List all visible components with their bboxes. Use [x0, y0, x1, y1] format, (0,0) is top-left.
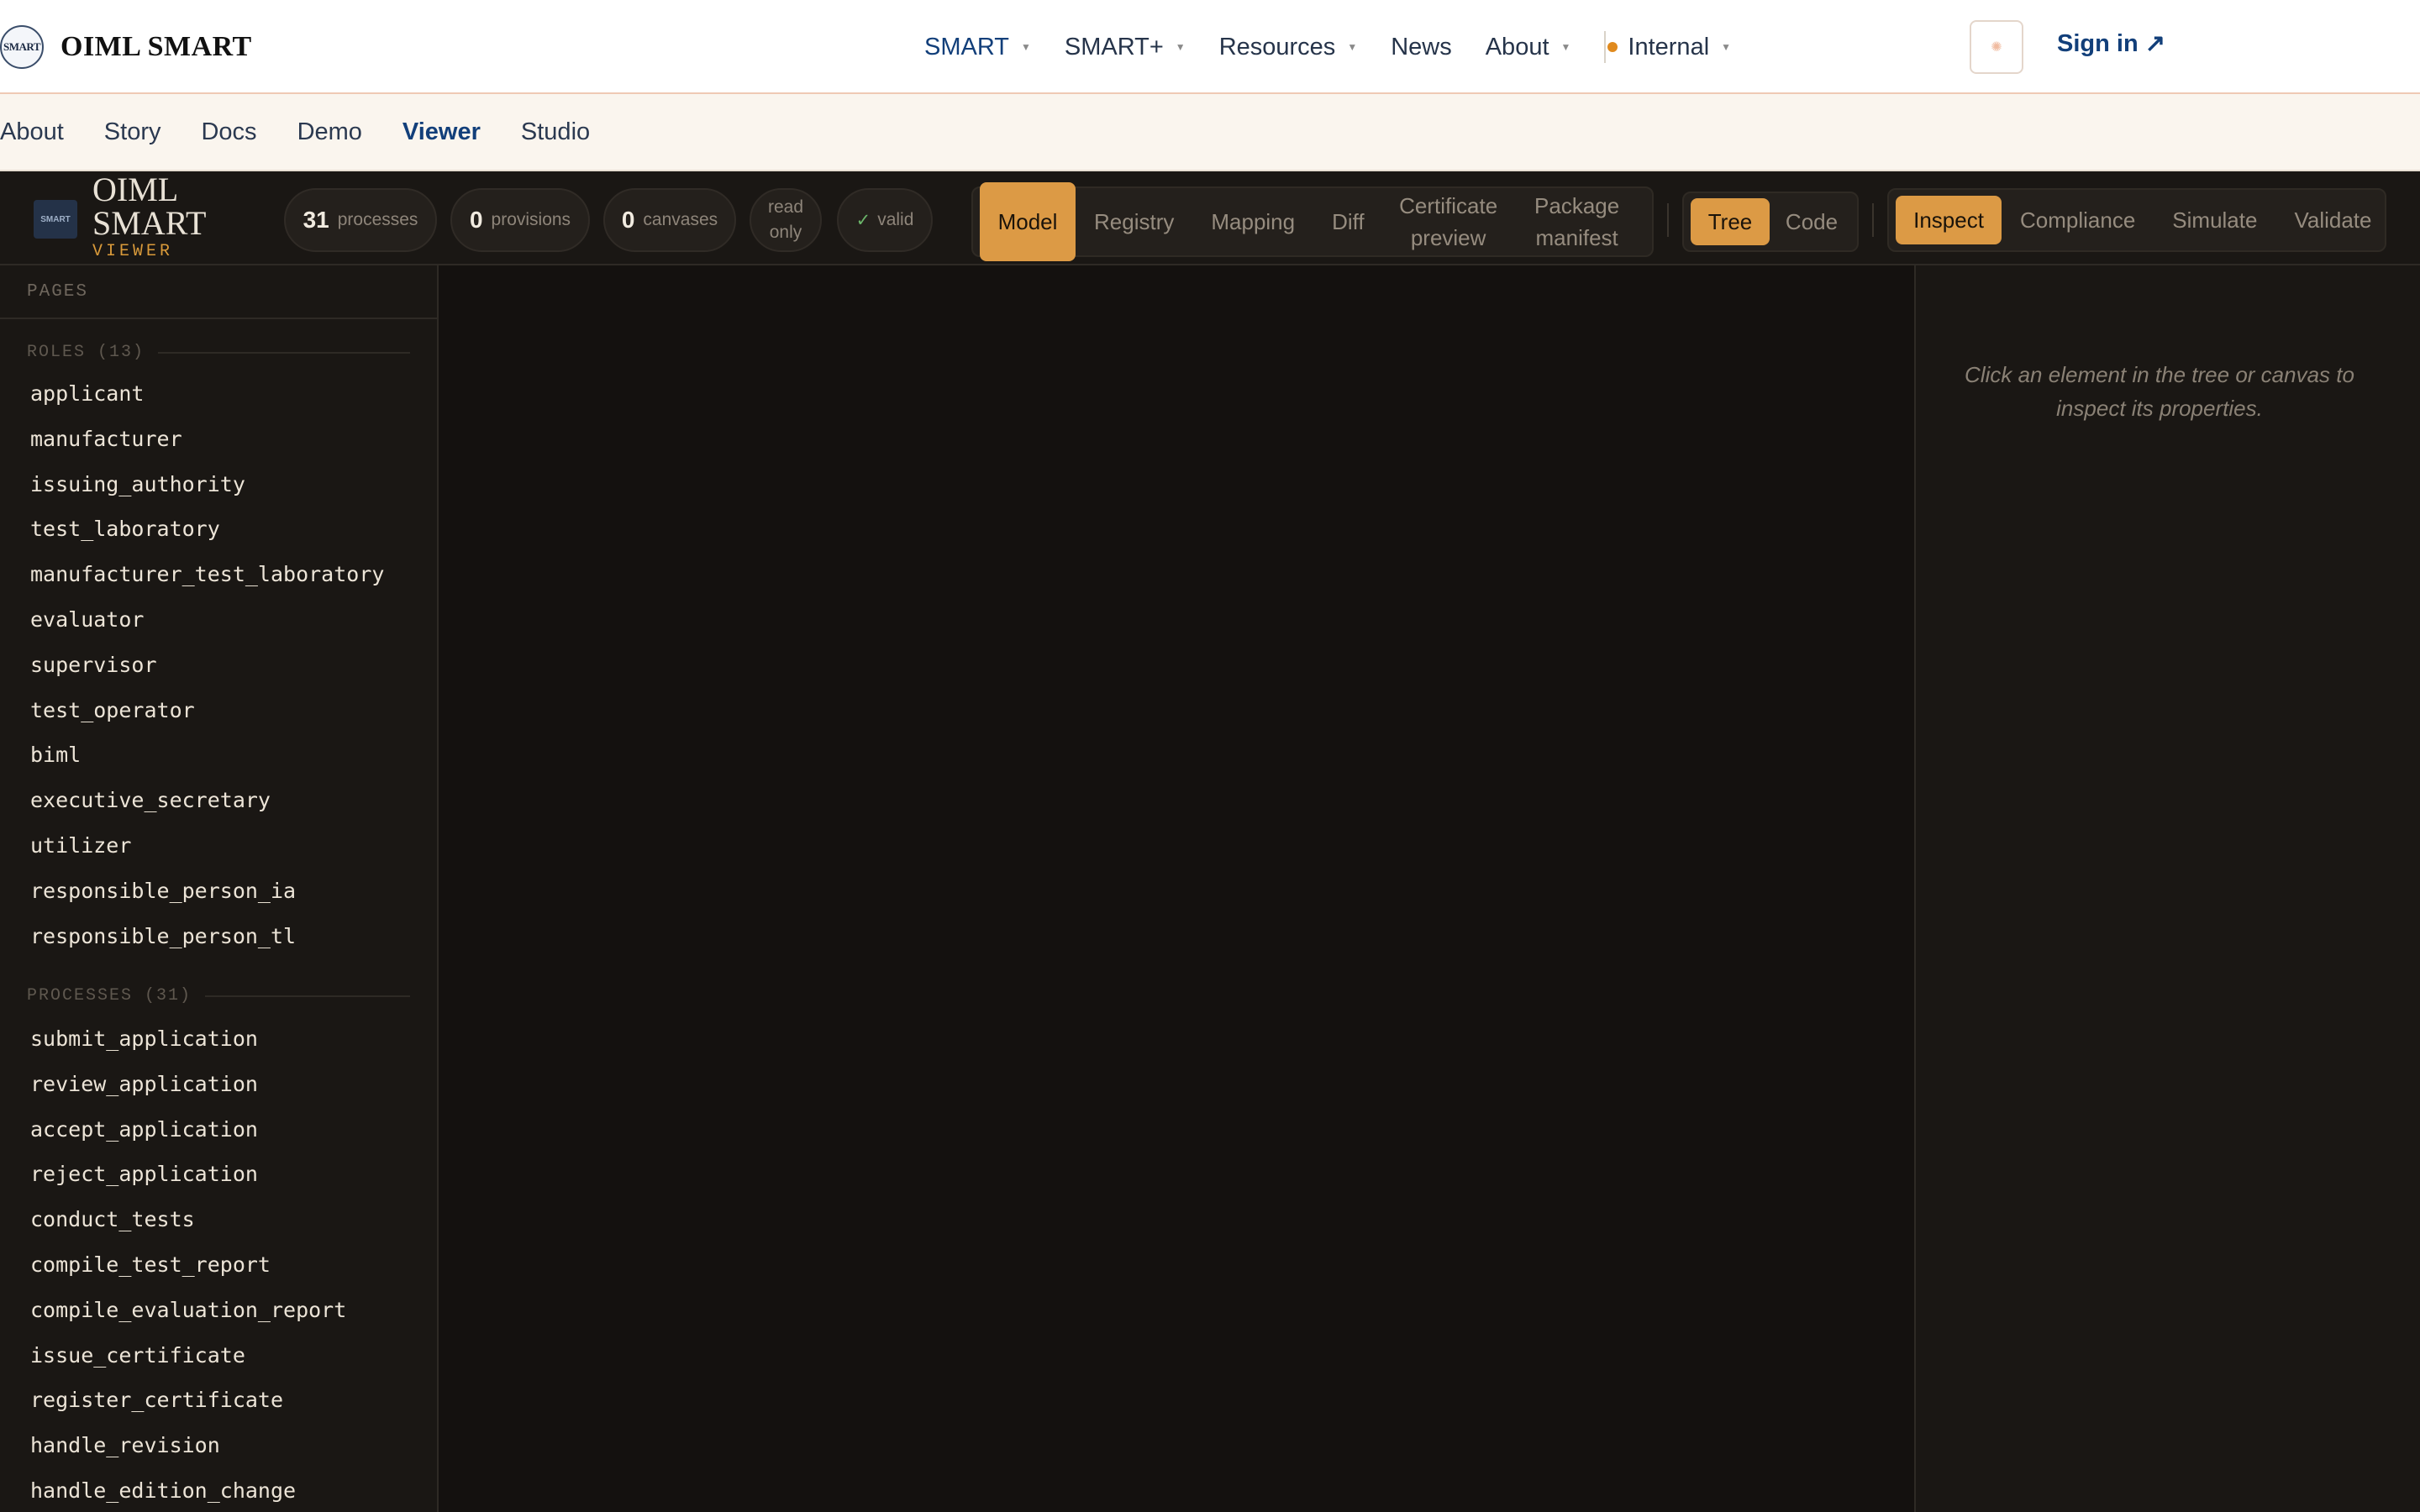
tab-package-manifest[interactable]: Package manifest: [1514, 192, 1640, 252]
list-item[interactable]: compile_evaluation_report: [30, 1288, 346, 1333]
list-item[interactable]: manufacturer_test_laboratory: [30, 552, 384, 597]
subnav-story[interactable]: Story: [104, 118, 161, 146]
read-only-badge: read only: [750, 188, 822, 252]
list-item[interactable]: submit_application: [30, 1016, 346, 1062]
tab-tree[interactable]: Tree: [1691, 198, 1770, 245]
inspector-hint: Click an element in the tree or canvas t…: [1965, 362, 2354, 421]
tab-validate[interactable]: Validate: [2275, 197, 2390, 244]
subnav-studio[interactable]: Studio: [521, 118, 590, 146]
list-item[interactable]: evaluator: [30, 597, 384, 643]
list-item[interactable]: compile_test_report: [30, 1242, 346, 1288]
list-item[interactable]: supervisor: [30, 643, 384, 688]
list-item[interactable]: test_operator: [30, 688, 384, 733]
caret-down-icon: ▼: [1347, 41, 1358, 53]
nav-internal[interactable]: Internal ▼: [1604, 31, 1731, 63]
list-item[interactable]: responsible_person_tl: [30, 914, 384, 959]
tree-sidebar[interactable]: PAGES ROLES (13) applicant manufacturer …: [0, 265, 439, 1512]
list-item[interactable]: issue_certificate: [30, 1333, 346, 1378]
check-icon: ✓: [855, 210, 871, 230]
sub-nav: About Story Docs Demo Viewer Studio: [0, 94, 2420, 171]
mode-tabs: Tree Code: [1682, 192, 1859, 252]
nav-smart[interactable]: SMART ▼: [924, 34, 1031, 61]
tab-inspect[interactable]: Inspect: [1896, 196, 2002, 244]
viewer-toolbar: SMART OIML SMART VIEWER 31 processes 0 pro…: [0, 171, 2420, 265]
viewer-subtitle: VIEWER: [92, 242, 174, 261]
subnav-docs[interactable]: Docs: [201, 118, 256, 146]
tab-diff[interactable]: Diff: [1313, 192, 1383, 252]
subnav-viewer[interactable]: Viewer: [402, 118, 481, 146]
list-item[interactable]: responsible_person_ia: [30, 869, 384, 914]
tab-certificate-preview[interactable]: Certificate preview: [1383, 192, 1514, 252]
top-navbar: SMART OIML SMART SMART ▼ SMART+ ▼ Resource…: [0, 0, 2420, 94]
caret-down-icon: ▼: [1560, 41, 1571, 53]
divider: [1872, 203, 1874, 237]
list-item[interactable]: register_certificate: [30, 1378, 346, 1423]
nav-about[interactable]: About ▼: [1486, 34, 1571, 61]
divider: [0, 318, 437, 319]
nav-smart-plus[interactable]: SMART+ ▼: [1065, 34, 1186, 61]
divider: [1667, 203, 1669, 237]
tab-simulate[interactable]: Simulate: [2154, 197, 2275, 244]
main-nav: SMART ▼ SMART+ ▼ Resources ▼ News About ▼ In…: [924, 25, 1765, 69]
tab-compliance[interactable]: Compliance: [2002, 197, 2154, 244]
nav-news[interactable]: News: [1391, 34, 1452, 61]
processes-stat: 31 processes: [284, 188, 437, 252]
tab-registry[interactable]: Registry: [1076, 192, 1192, 252]
model-canvas[interactable]: [439, 265, 1914, 1512]
tab-model[interactable]: Model: [980, 182, 1076, 261]
list-item[interactable]: handle_edition_change: [30, 1468, 346, 1512]
viewer-logo-icon: SMART: [34, 200, 77, 239]
tab-mapping[interactable]: Mapping: [1192, 192, 1313, 252]
list-item[interactable]: applicant: [30, 371, 384, 417]
panel-tabs: Inspect Compliance Simulate Validate: [1887, 188, 2386, 252]
roles-list: applicant manufacturer issuing_authority…: [30, 371, 384, 958]
roles-section-header: ROLES (13): [27, 343, 410, 362]
status-dot-icon: [1607, 42, 1618, 52]
processes-section-header: PROCESSES (31): [27, 986, 410, 1005]
processes-list: submit_application review_application ac…: [30, 1016, 346, 1512]
list-item[interactable]: executive_secretary: [30, 778, 384, 823]
list-item[interactable]: conduct_tests: [30, 1197, 346, 1242]
list-item[interactable]: handle_revision: [30, 1423, 346, 1468]
sign-in-link[interactable]: Sign in ↗: [2057, 29, 2165, 58]
view-tabs: Model Registry Mapping Diff Certificate …: [971, 182, 1654, 261]
inspector-panel: Click an element in the tree or canvas t…: [1914, 265, 2420, 1512]
brand-name: OIML SMART: [60, 31, 252, 62]
subnav-demo[interactable]: Demo: [297, 118, 362, 146]
canvases-stat: 0 canvases: [603, 188, 736, 252]
list-item[interactable]: issuing_authority: [30, 462, 384, 507]
oiml-logo-icon: SMART: [0, 25, 44, 69]
caret-down-icon: ▼: [1020, 41, 1031, 53]
list-item[interactable]: manufacturer: [30, 417, 384, 462]
list-item[interactable]: biml: [30, 732, 384, 778]
list-item[interactable]: review_application: [30, 1062, 346, 1107]
list-item[interactable]: utilizer: [30, 823, 384, 869]
sun-icon: ✺: [1991, 40, 2002, 55]
caret-down-icon: ▼: [1721, 41, 1732, 53]
valid-badge: ✓ valid: [837, 188, 933, 252]
list-item[interactable]: accept_application: [30, 1107, 346, 1152]
pages-label: PAGES: [27, 282, 89, 302]
divider: [1604, 31, 1607, 63]
caret-down-icon: ▼: [1175, 41, 1186, 53]
theme-toggle-button[interactable]: ✺: [1970, 20, 2023, 74]
list-item[interactable]: test_laboratory: [30, 507, 384, 552]
list-item[interactable]: reject_application: [30, 1152, 346, 1197]
brand[interactable]: SMART OIML SMART: [0, 20, 252, 74]
tab-code[interactable]: Code: [1770, 198, 1854, 245]
subnav-about[interactable]: About: [0, 118, 64, 146]
provisions-stat: 0 provisions: [450, 188, 590, 252]
nav-resources[interactable]: Resources ▼: [1219, 34, 1358, 61]
